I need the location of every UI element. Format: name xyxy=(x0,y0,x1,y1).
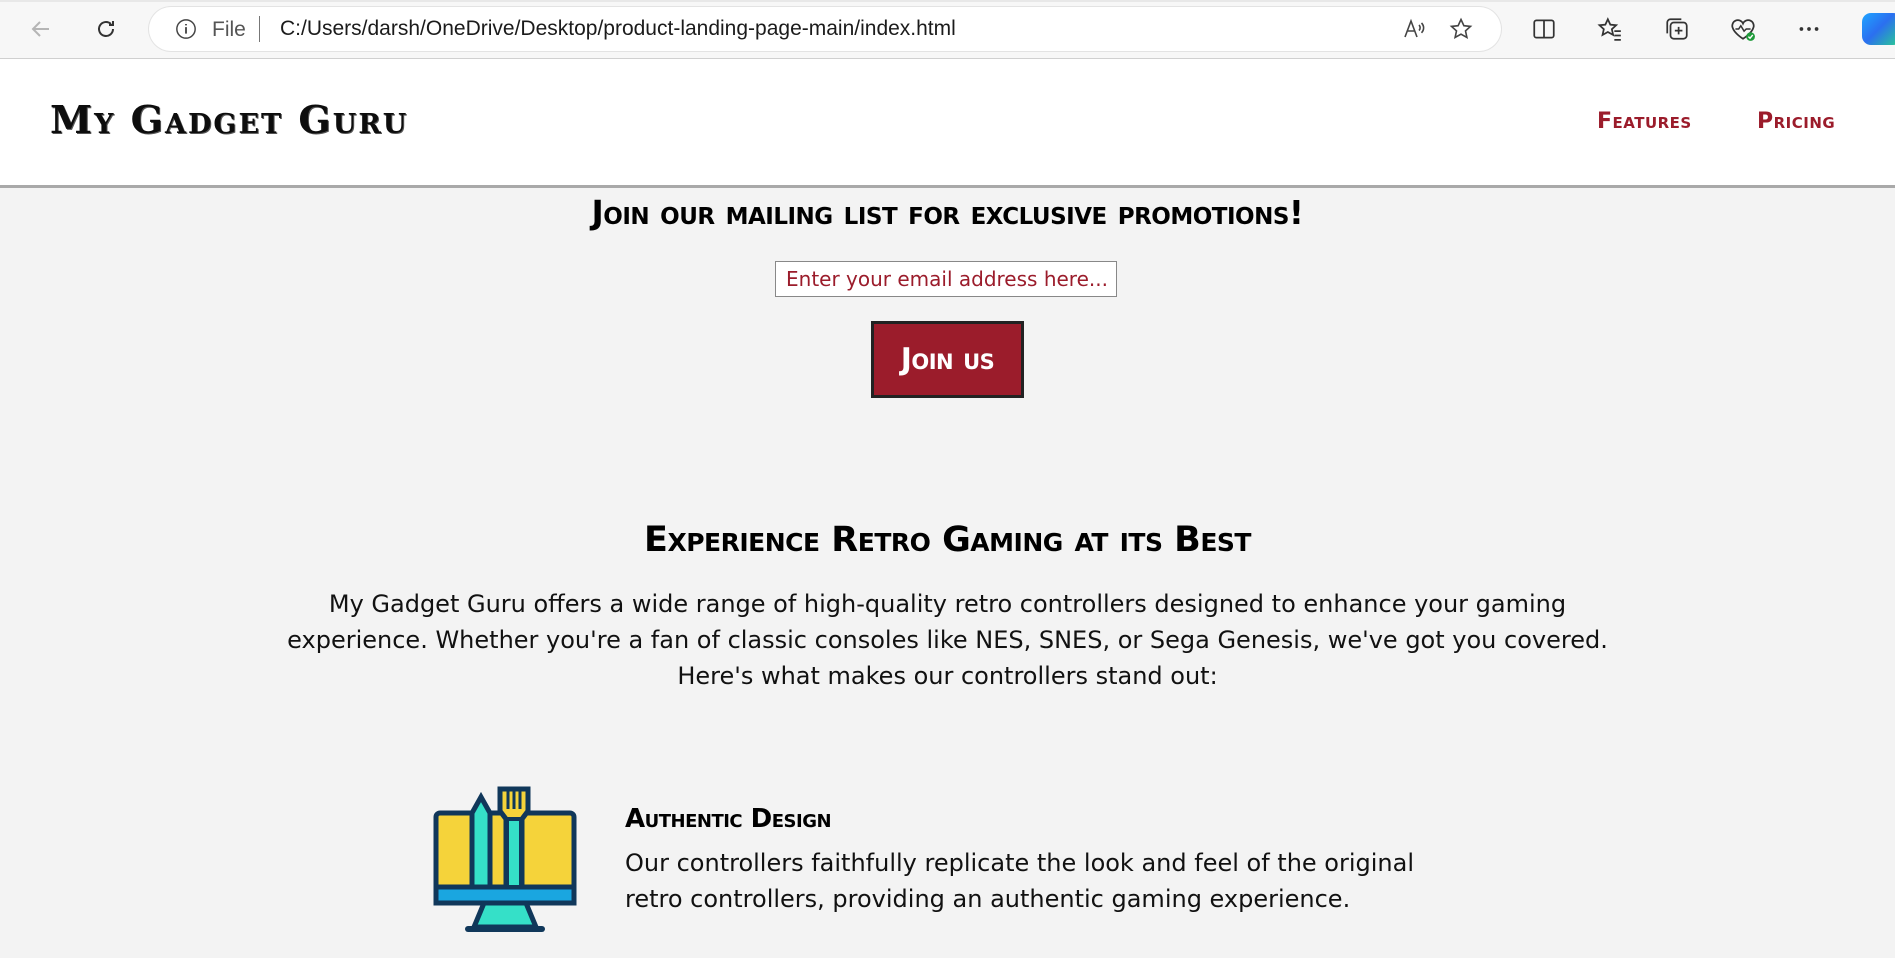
info-icon[interactable] xyxy=(175,18,197,40)
back-icon xyxy=(31,21,49,37)
refresh-icon xyxy=(98,21,114,37)
nav-link-pricing[interactable]: Pricing xyxy=(1757,109,1835,134)
site-logo[interactable]: My Gadget Guru xyxy=(50,97,408,142)
read-aloud-icon[interactable] xyxy=(1402,17,1426,41)
more-button[interactable] xyxy=(1795,15,1823,43)
toolbar-top-line xyxy=(0,0,1895,2)
feature-description: Our controllers faithfully replicate the… xyxy=(625,849,1414,913)
file-label: File xyxy=(212,18,246,41)
mailing-list-title: Join our mailing list for exclusive prom… xyxy=(591,193,1304,232)
favorites-icon xyxy=(1597,17,1621,41)
split-screen-button[interactable] xyxy=(1530,15,1558,43)
browser-essentials-button[interactable] xyxy=(1729,15,1757,43)
join-us-button[interactable]: Join us xyxy=(871,321,1024,398)
page-content: My Gadget Guru Features Pricing Join our… xyxy=(0,59,1895,958)
intro-title: Experience Retro Gaming at its Best xyxy=(644,520,1251,560)
feature-title: Authentic Design xyxy=(625,804,832,834)
browser-essentials-icon xyxy=(1731,19,1755,41)
intro-text: My Gadget Guru offers a wide range of hi… xyxy=(287,590,1608,690)
more-icon xyxy=(1799,27,1819,31)
browser-toolbar: File C:/Users/darsh/OneDrive/Desktop/pro… xyxy=(0,0,1895,59)
collections-button[interactable] xyxy=(1663,15,1691,43)
refresh-button[interactable] xyxy=(89,12,123,46)
split-screen-icon xyxy=(1533,19,1555,39)
favorites-button[interactable] xyxy=(1596,15,1624,43)
nav-link-features[interactable]: Features xyxy=(1597,109,1692,134)
address-separator xyxy=(259,16,260,42)
address-bar[interactable]: File C:/Users/darsh/OneDrive/Desktop/pro… xyxy=(149,7,1501,51)
email-input[interactable] xyxy=(775,261,1117,297)
back-button[interactable] xyxy=(24,12,58,46)
copilot-icon[interactable] xyxy=(1862,13,1895,45)
favorite-star-icon[interactable] xyxy=(1449,17,1473,41)
collections-icon xyxy=(1666,18,1688,40)
url-text[interactable]: C:/Users/darsh/OneDrive/Desktop/product-… xyxy=(280,17,956,41)
site-header: My Gadget Guru Features Pricing xyxy=(0,59,1895,188)
design-monitor-icon xyxy=(433,786,577,932)
